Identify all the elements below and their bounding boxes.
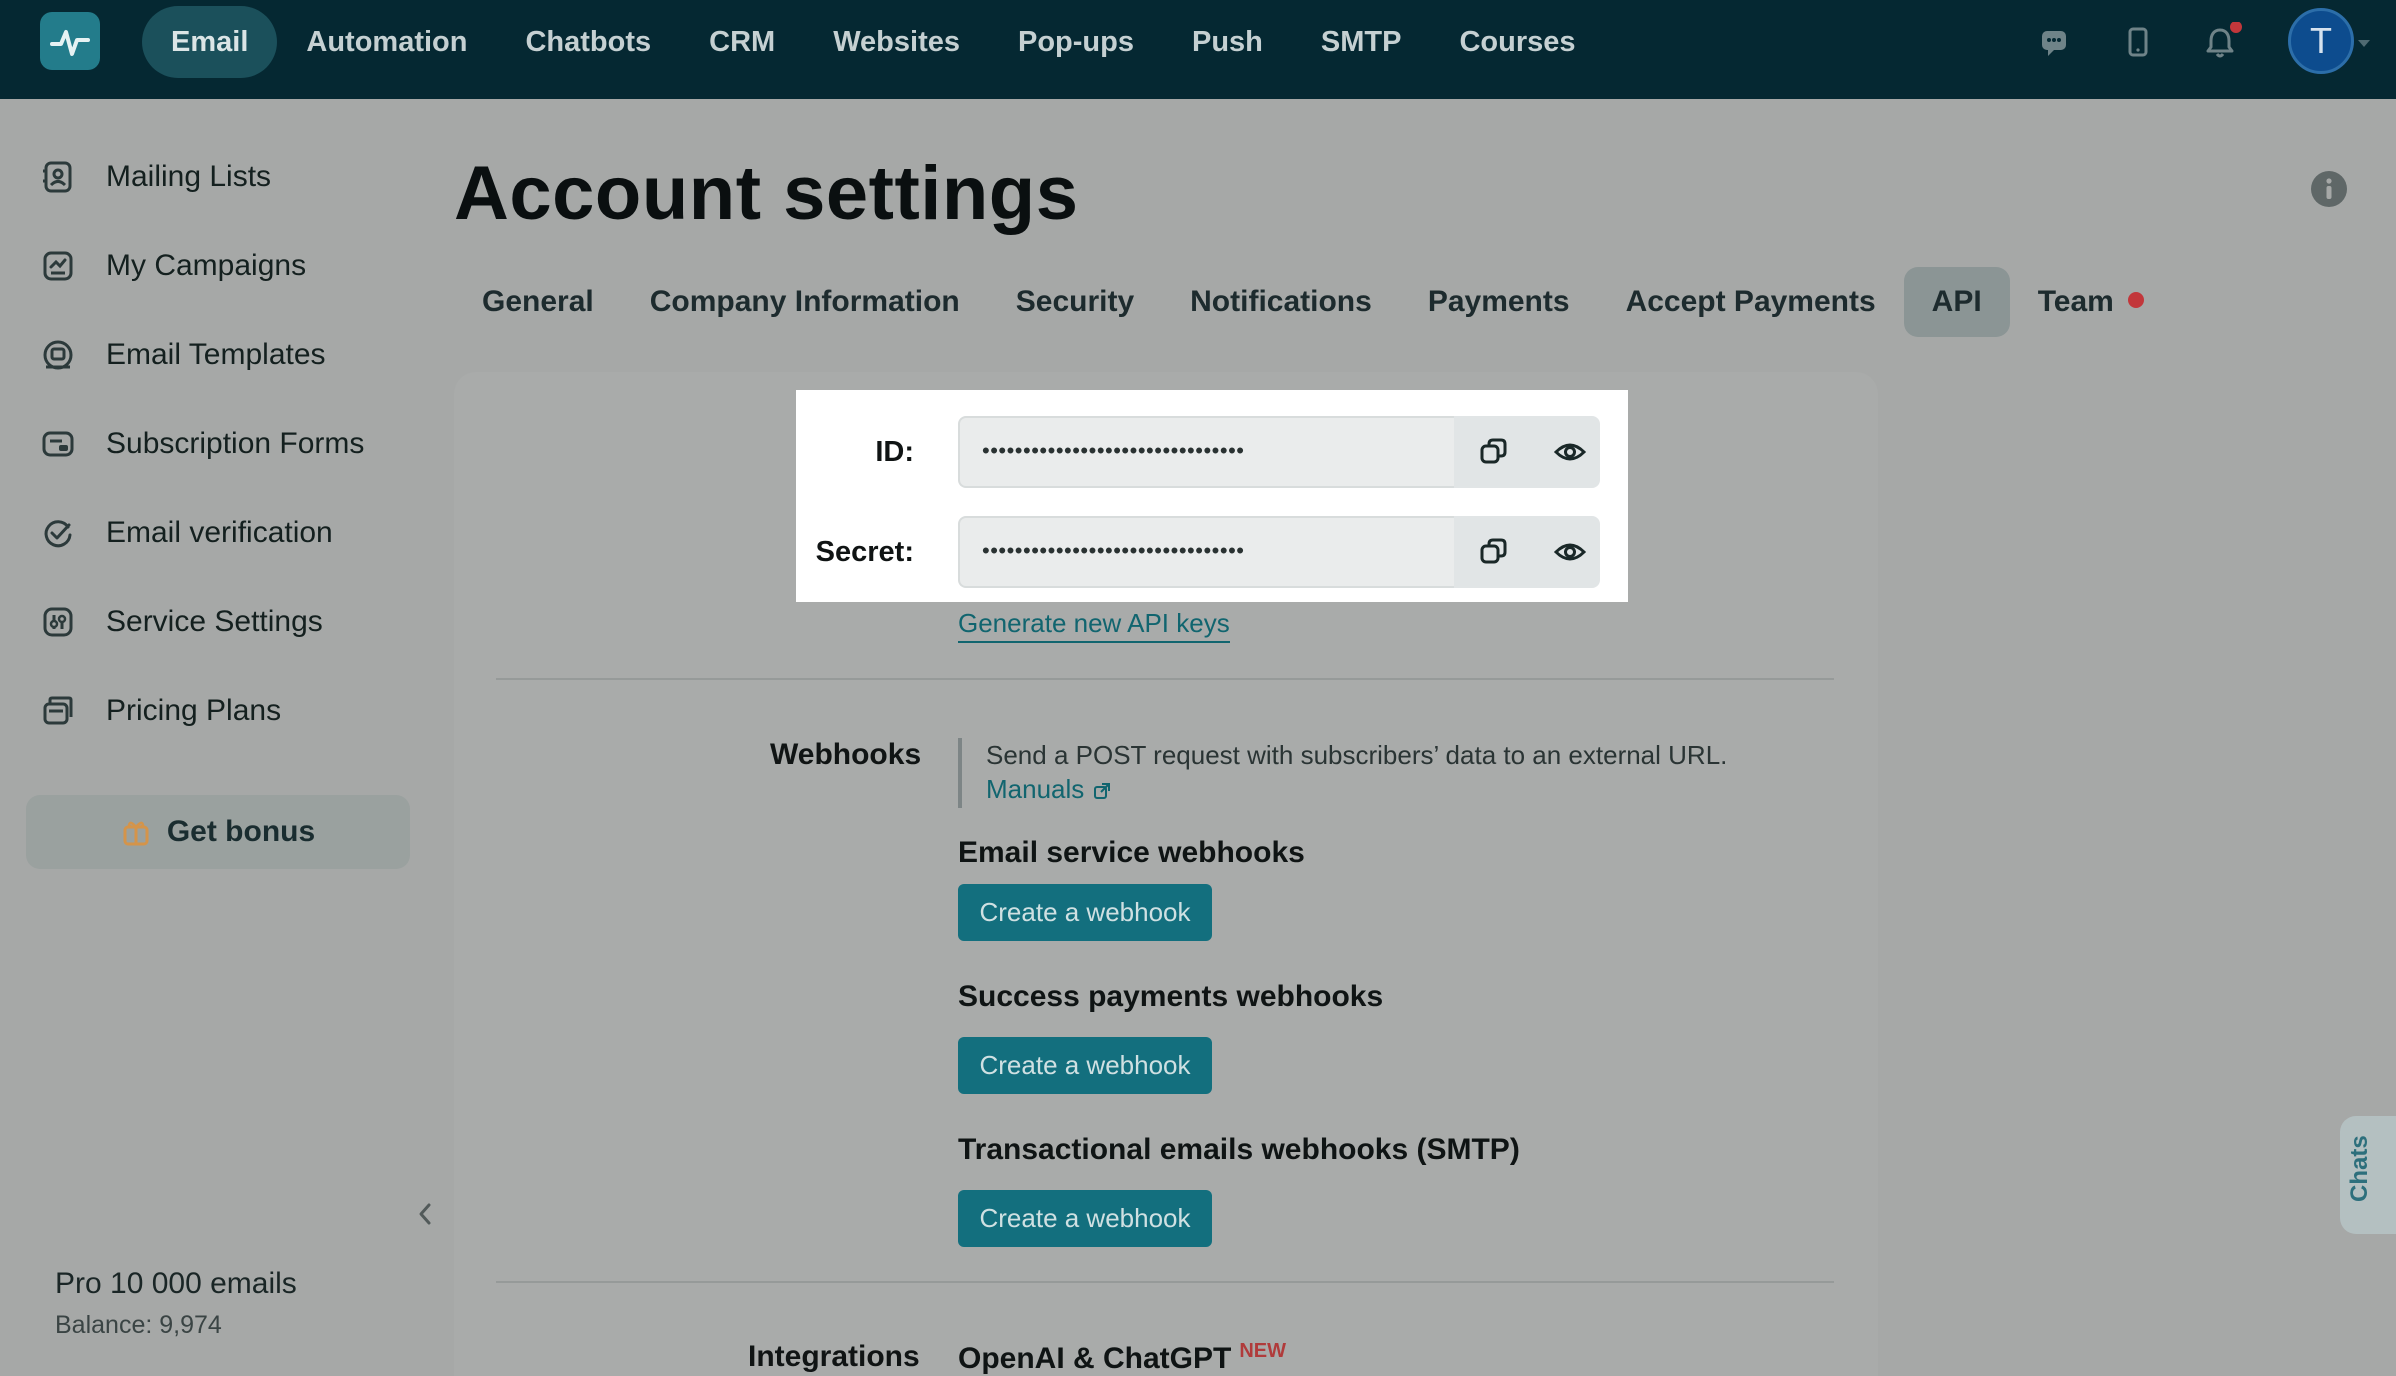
chats-side-tab[interactable]: Chats	[2340, 1116, 2396, 1234]
openai-integration-label: OpenAI & ChatGPT	[958, 1342, 1232, 1375]
tab-accept-payments[interactable]: Accept Payments	[1598, 267, 1904, 337]
eye-icon[interactable]	[1550, 432, 1590, 472]
api-id-label: ID:	[875, 436, 914, 468]
sidebar-item-my-campaigns[interactable]: My Campaigns	[40, 236, 306, 296]
api-id-actions	[1454, 416, 1600, 488]
plan-name: Pro 10 000 emails	[55, 1267, 297, 1300]
smtp-webhooks-heading: Transactional emails webhooks (SMTP)	[958, 1133, 1520, 1166]
nav-crm[interactable]: CRM	[680, 6, 804, 78]
manuals-link[interactable]: Manuals	[986, 772, 1727, 806]
eye-icon[interactable]	[1550, 532, 1590, 572]
tab-notifications[interactable]: Notifications	[1162, 267, 1400, 337]
create-payments-webhook-button[interactable]: Create a webhook	[958, 1037, 1212, 1094]
collapse-sidebar-chevron-left-icon[interactable]	[414, 1199, 436, 1234]
sidebar-item-email-templates[interactable]: Email Templates	[40, 325, 326, 385]
settings-icon	[43, 607, 73, 637]
form-icon	[42, 431, 74, 457]
nav-email[interactable]: Email	[142, 6, 278, 78]
api-secret-label: Secret:	[815, 536, 914, 568]
chats-tab-label: Chats	[2346, 1135, 2373, 1202]
tab-team-label: Team	[2037, 285, 2114, 318]
sidebar-item-label: Subscription Forms	[106, 427, 365, 460]
tab-company-information[interactable]: Company Information	[622, 267, 988, 337]
api-id-field[interactable]: ••••••••••••••••••••••••••••••••	[958, 416, 1454, 488]
tab-payments[interactable]: Payments	[1400, 267, 1598, 337]
create-email-webhook-button[interactable]: Create a webhook	[958, 884, 1212, 941]
sidebar-item-mailing-lists[interactable]: Mailing Lists	[40, 147, 271, 207]
sidebar-item-label: Mailing Lists	[106, 160, 272, 193]
nav-automation[interactable]: Automation	[277, 6, 496, 78]
section-divider	[496, 1281, 1834, 1283]
main-nav: Email Automation Chatbots CRM Websites P…	[142, 6, 1605, 78]
nav-websites[interactable]: Websites	[804, 6, 989, 78]
integrations-section-label: Integrations	[748, 1340, 920, 1373]
manuals-label: Manuals	[986, 774, 1085, 804]
tab-general[interactable]: General	[454, 267, 622, 337]
team-alert-dot	[2127, 292, 2144, 309]
chevron-down-icon[interactable]	[2358, 40, 2370, 47]
sidebar-item-label: Service Settings	[106, 605, 323, 638]
sidebar-item-email-verification[interactable]: Email verification	[40, 503, 333, 563]
nav-smtp[interactable]: SMTP	[1292, 6, 1431, 78]
copy-icon[interactable]	[1474, 432, 1514, 472]
section-divider	[496, 678, 1834, 680]
tab-team[interactable]: Team	[2010, 267, 2172, 337]
webhooks-description: Send a POST request with subscribers’ da…	[958, 738, 1727, 808]
webhooks-section-label: Webhooks	[770, 738, 922, 771]
logo-pulse-icon[interactable]	[40, 12, 100, 70]
settings-tabs: General Company Information Security Not…	[454, 267, 2172, 337]
plan-balance: Balance: 9,974	[55, 1311, 222, 1339]
api-secret-row: Secret: ••••••••••••••••••••••••••••••••	[796, 516, 1628, 588]
openai-integration[interactable]: OpenAI & ChatGPT NEW	[958, 1340, 1286, 1376]
sidebar-item-subscription-forms[interactable]: Subscription Forms	[40, 414, 364, 474]
top-navigation-bar: Email Automation Chatbots CRM Websites P…	[0, 0, 2396, 99]
mobile-device-icon[interactable]	[2118, 22, 2158, 62]
get-bonus-button[interactable]: Get bonus	[26, 795, 410, 869]
api-keys-box: ID: •••••••••••••••••••••••••••••••• Sec…	[796, 390, 1628, 602]
page-title: Account settings	[454, 151, 1079, 236]
api-id-row: ID: ••••••••••••••••••••••••••••••••	[796, 416, 1628, 488]
external-link-icon	[1093, 783, 1110, 799]
tab-api[interactable]: API	[1903, 267, 2010, 337]
copy-icon[interactable]	[1474, 532, 1514, 572]
email-service-webhooks-heading: Email service webhooks	[958, 836, 1305, 869]
sidebar: Mailing Lists My Campaigns Email Templat…	[0, 99, 431, 1376]
pricing-icon	[43, 696, 73, 725]
sidebar-item-label: Pricing Plans	[106, 694, 282, 727]
nav-courses[interactable]: Courses	[1430, 6, 1604, 78]
verify-icon	[44, 520, 72, 548]
api-secret-field[interactable]: ••••••••••••••••••••••••••••••••	[958, 516, 1454, 588]
info-icon[interactable]	[2310, 170, 2348, 213]
new-badge: NEW	[1239, 1340, 1287, 1362]
sidebar-item-label: Email Templates	[106, 338, 326, 371]
nav-popups[interactable]: Pop-ups	[989, 6, 1163, 78]
template-icon	[43, 340, 73, 370]
tab-security[interactable]: Security	[988, 267, 1162, 337]
api-secret-actions	[1454, 516, 1600, 588]
user-avatar[interactable]: T	[2288, 8, 2354, 74]
campaign-icon	[43, 251, 73, 281]
sidebar-item-label: Email verification	[106, 516, 333, 549]
create-smtp-webhook-button[interactable]: Create a webhook	[958, 1190, 1212, 1247]
sidebar-item-label: My Campaigns	[106, 249, 307, 282]
get-bonus-label: Get bonus	[166, 815, 316, 848]
webhooks-description-text: Send a POST request with subscribers’ da…	[986, 740, 1728, 770]
nav-chatbots[interactable]: Chatbots	[496, 6, 680, 78]
success-payments-webhooks-heading: Success payments webhooks	[958, 980, 1384, 1013]
chat-bubble-icon[interactable]	[2034, 22, 2074, 62]
nav-push[interactable]: Push	[1163, 6, 1292, 78]
notification-bell-icon[interactable]	[2200, 21, 2242, 62]
sidebar-item-pricing-plans[interactable]: Pricing Plans	[40, 681, 281, 741]
address-book-icon	[43, 161, 72, 193]
gift-icon	[123, 821, 149, 846]
sidebar-item-service-settings[interactable]: Service Settings	[40, 592, 323, 652]
generate-api-keys-link[interactable]: Generate new API keys	[958, 608, 1230, 643]
